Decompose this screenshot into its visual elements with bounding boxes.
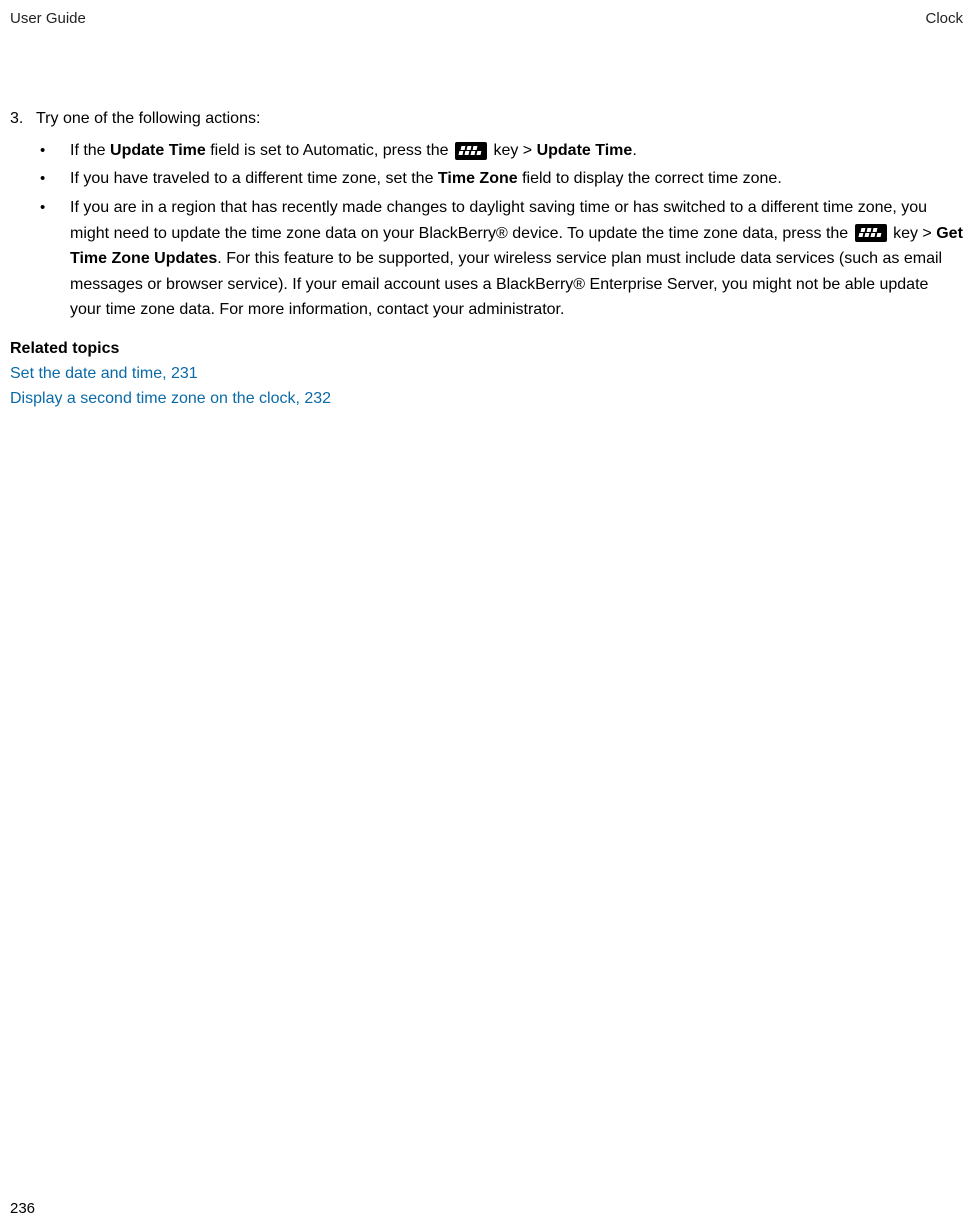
page-number: 236 bbox=[10, 1200, 35, 1217]
header-right: Clock bbox=[925, 10, 963, 27]
step-number: 3. bbox=[10, 107, 36, 132]
bullet-marker: • bbox=[40, 195, 70, 220]
menu-key-icon bbox=[455, 142, 487, 160]
bullet-item-3: If you are in a region that has recently… bbox=[70, 195, 963, 323]
bullet-item-2: If you have traveled to a different time… bbox=[70, 166, 963, 192]
menu-key-icon bbox=[855, 224, 887, 242]
header-left: User Guide bbox=[10, 10, 86, 27]
bullet-marker: • bbox=[40, 138, 70, 163]
bullet-item-1: If the Update Time field is set to Autom… bbox=[70, 138, 963, 164]
step-text: Try one of the following actions: bbox=[36, 107, 963, 132]
related-topics-heading: Related topics bbox=[10, 337, 963, 362]
related-link-2[interactable]: Display a second time zone on the clock,… bbox=[10, 387, 963, 412]
bullet-marker: • bbox=[40, 166, 70, 191]
related-link-1[interactable]: Set the date and time, 231 bbox=[10, 362, 963, 387]
